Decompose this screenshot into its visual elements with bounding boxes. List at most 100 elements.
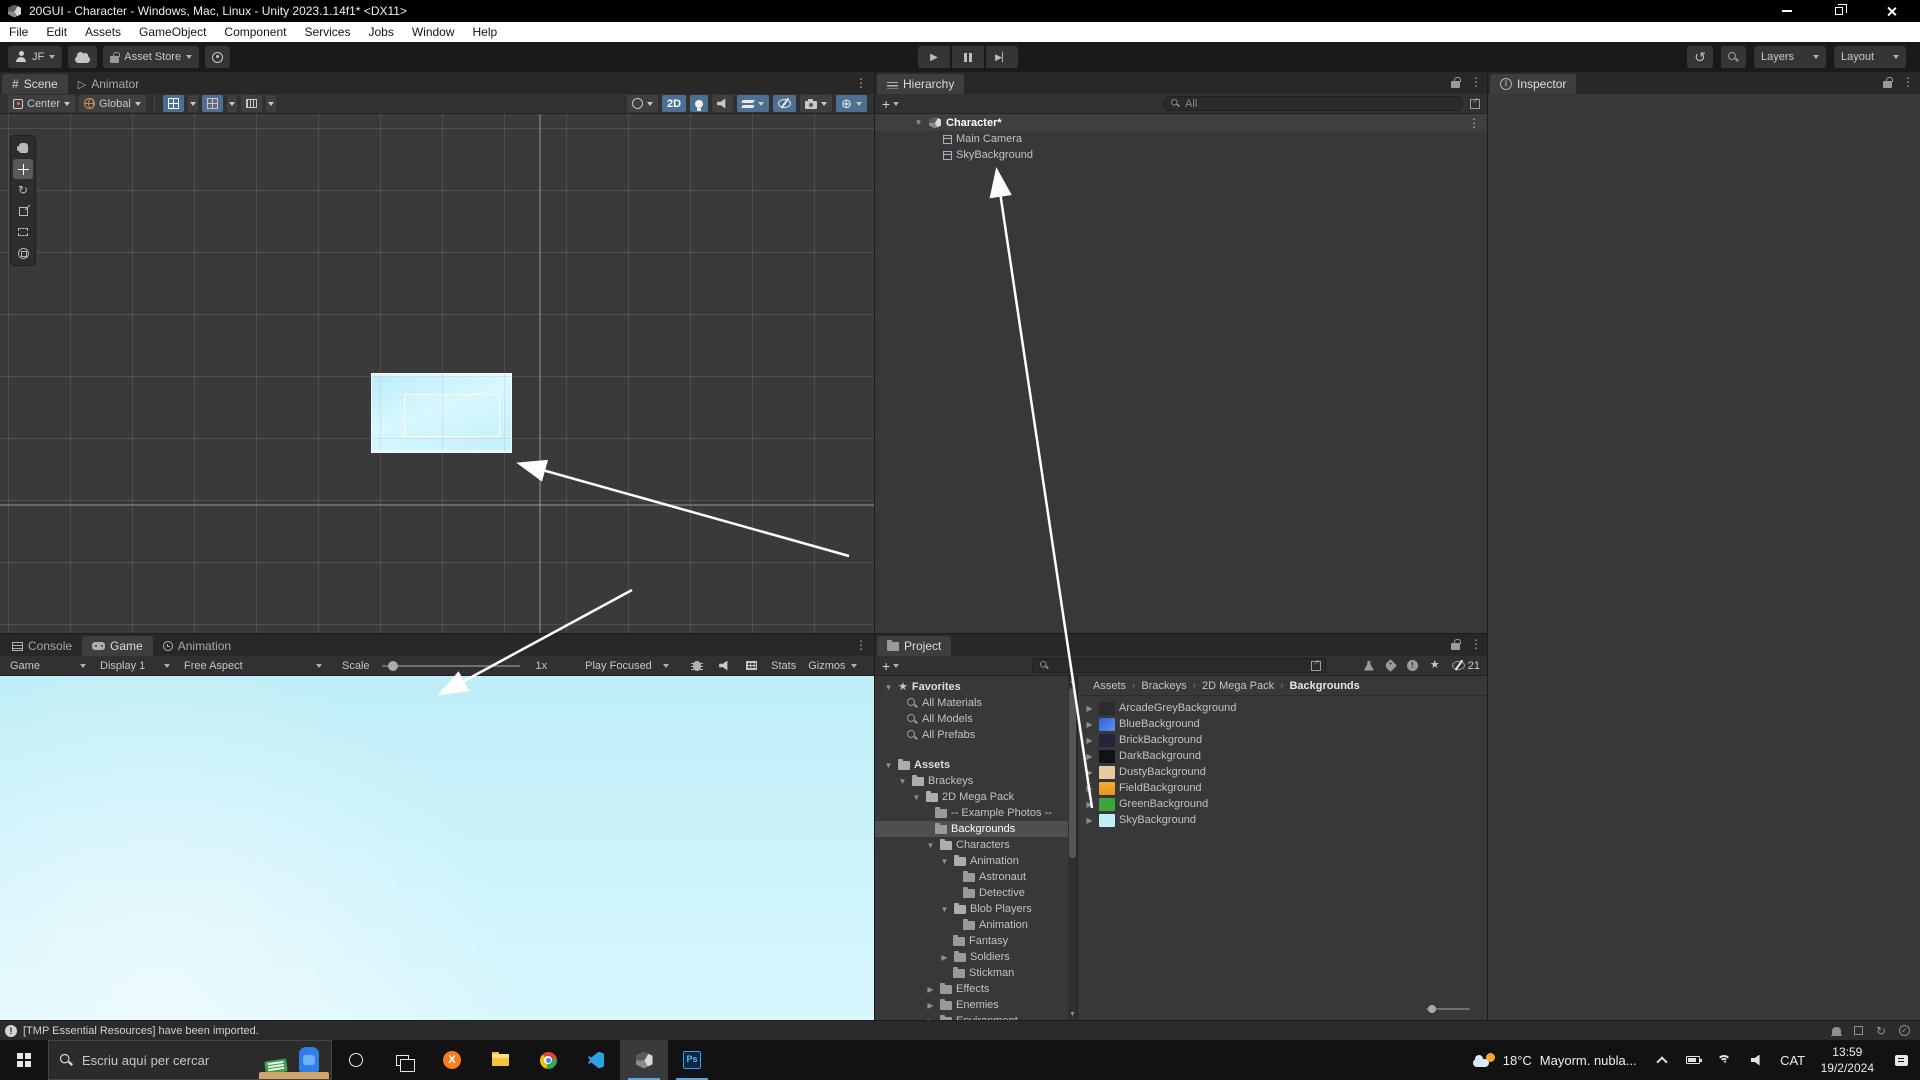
tree-blob-animation[interactable]: Animation	[875, 917, 1077, 933]
tree-all-prefabs[interactable]: All Prefabs	[875, 727, 1077, 743]
network-status[interactable]	[1709, 1040, 1741, 1080]
foldout-open-icon[interactable]: ▼	[913, 118, 924, 127]
language-indicator[interactable]: CAT	[1773, 1040, 1813, 1080]
tree-effects[interactable]: ▶Effects	[875, 981, 1077, 997]
tray-expand-button[interactable]	[1647, 1040, 1677, 1080]
package-icon[interactable]	[1854, 1026, 1863, 1035]
scroll-thumb[interactable]	[1069, 688, 1076, 858]
menu-component[interactable]: Component	[215, 22, 295, 42]
lock-icon[interactable]	[1883, 81, 1892, 88]
tab-console[interactable]: Console	[2, 636, 82, 656]
asset-brickbackground[interactable]: ▶BrickBackground	[1079, 732, 1488, 748]
check-circle-icon[interactable]	[1899, 1025, 1910, 1036]
tree-assets[interactable]: ▼Assets	[875, 757, 1077, 773]
tree-detective[interactable]: Detective	[875, 885, 1077, 901]
battery-status[interactable]	[1677, 1040, 1709, 1080]
game-view[interactable]	[0, 676, 875, 1020]
kebab-menu-icon[interactable]	[855, 639, 867, 651]
hand-tool[interactable]	[13, 138, 33, 158]
lock-icon[interactable]	[1451, 81, 1460, 88]
asset-store-dropdown[interactable]: Asset Store	[103, 46, 199, 68]
scroll-up-icon[interactable]: ▲	[1068, 678, 1077, 685]
tab-project[interactable]: Project	[877, 636, 951, 656]
project-search-input[interactable]	[1032, 658, 1326, 673]
thumbnail-size-knob[interactable]	[1428, 1005, 1436, 1013]
snap-increment-button[interactable]	[241, 95, 262, 112]
volume-status[interactable]	[1741, 1040, 1773, 1080]
asset-greenbackground[interactable]: ▶GreenBackground	[1079, 796, 1488, 812]
tree-brackeys[interactable]: ▼Brackeys	[875, 773, 1077, 789]
rotate-tool[interactable]	[13, 180, 33, 200]
asset-fieldbackground[interactable]: ▶FieldBackground	[1079, 780, 1488, 796]
menu-file[interactable]: File	[0, 22, 37, 42]
grid-visibility-dropdown[interactable]	[188, 95, 198, 112]
menu-edit[interactable]: Edit	[37, 22, 76, 42]
menu-help[interactable]: Help	[464, 22, 507, 42]
pause-button[interactable]	[952, 46, 984, 68]
tree-stickman[interactable]: Stickman	[875, 965, 1077, 981]
hierarchy-item-main-camera[interactable]: Main Camera	[875, 131, 1488, 147]
shading-dropdown[interactable]	[627, 95, 658, 112]
create-dropdown[interactable]: +	[882, 658, 899, 674]
kebab-menu-icon[interactable]	[1470, 76, 1482, 88]
aspect-dropdown[interactable]: Free Aspect	[178, 660, 328, 672]
tree-soldiers[interactable]: ▶Soldiers	[875, 949, 1077, 965]
tab-hierarchy[interactable]: Hierarchy	[877, 74, 964, 94]
bug-icon[interactable]	[693, 661, 701, 671]
thumbnail-size-slider[interactable]	[1426, 1008, 1470, 1010]
refresh-icon[interactable]	[1876, 1025, 1886, 1037]
breadcrumb-brackeys[interactable]: Brackeys	[1141, 680, 1186, 692]
import-state-icon[interactable]	[1364, 661, 1374, 671]
grid-visibility-toggle[interactable]	[163, 95, 184, 112]
task-view-button[interactable]	[380, 1040, 428, 1080]
menu-gameobject[interactable]: GameObject	[130, 22, 215, 42]
grid-snap-dropdown[interactable]	[227, 95, 237, 112]
hierarchy-search-input[interactable]: All	[1163, 96, 1463, 111]
breadcrumb-backgrounds[interactable]: Backgrounds	[1289, 680, 1359, 692]
unity-taskbar-button[interactable]	[620, 1040, 668, 1080]
asset-darkbackground[interactable]: ▶DarkBackground	[1079, 748, 1488, 764]
open-in-window-icon[interactable]	[1311, 661, 1321, 671]
asset-skybackground[interactable]: ▶SkyBackground	[1079, 812, 1488, 828]
photoshop-taskbar-button[interactable]: Ps	[668, 1040, 716, 1080]
scale-slider[interactable]	[382, 665, 520, 667]
layout-dropdown[interactable]: Layout	[1834, 46, 1906, 68]
mute-audio-icon[interactable]	[719, 661, 730, 671]
tree-scrollbar[interactable]: ▲ ▼	[1068, 676, 1077, 1020]
tab-game[interactable]: Game	[82, 636, 153, 656]
file-explorer-button[interactable]	[476, 1040, 524, 1080]
hidden-count-toggle[interactable]: 21	[1452, 660, 1480, 672]
play-focused-dropdown[interactable]: Play Focused	[579, 660, 675, 672]
asset-arcadegreybackground[interactable]: ▶ArcadeGreyBackground	[1079, 700, 1488, 716]
hidden-objects-toggle[interactable]	[773, 95, 796, 112]
taskbar-search-input[interactable]: Escriu aquí per cercar	[48, 1040, 332, 1080]
close-button[interactable]	[1874, 1, 1908, 21]
pivot-dropdown[interactable]: Center	[8, 95, 75, 112]
open-in-window-icon[interactable]	[1470, 99, 1480, 109]
camera-dropdown[interactable]	[800, 95, 832, 112]
action-center-button[interactable]	[1882, 1040, 1920, 1080]
gizmos-dropdown[interactable]: Gizmos	[808, 660, 856, 672]
start-button[interactable]	[0, 1040, 48, 1080]
menu-window[interactable]: Window	[403, 22, 464, 42]
restore-button[interactable]	[1822, 1, 1856, 21]
target-button[interactable]	[205, 46, 230, 68]
game-target-dropdown[interactable]: Game	[4, 660, 92, 672]
tree-animation[interactable]: ▼Animation	[875, 853, 1077, 869]
lock-icon[interactable]	[1451, 643, 1460, 650]
clock[interactable]: 13:59 19/2/2024	[1813, 1040, 1882, 1080]
kebab-menu-icon[interactable]	[1468, 117, 1480, 129]
tree-enemies[interactable]: ▶Enemies	[875, 997, 1077, 1013]
tree-environment[interactable]: ▶Environment	[875, 1013, 1077, 1020]
status-message[interactable]: [TMP Essential Resources] have been impo…	[23, 1025, 259, 1037]
snap-increment-dropdown[interactable]	[266, 95, 276, 112]
grid-snap-toggle[interactable]	[202, 95, 223, 112]
xampp-button[interactable]: X	[428, 1040, 476, 1080]
scale-tool[interactable]	[13, 201, 33, 221]
tree-example-photos[interactable]: -- Example Photos --	[875, 805, 1077, 821]
minimize-button[interactable]	[1770, 1, 1804, 21]
layers-dropdown[interactable]: Layers	[1754, 46, 1826, 68]
step-button[interactable]	[986, 46, 1018, 68]
scroll-down-icon[interactable]: ▼	[1068, 1011, 1077, 1018]
bell-icon[interactable]	[1832, 1027, 1841, 1035]
